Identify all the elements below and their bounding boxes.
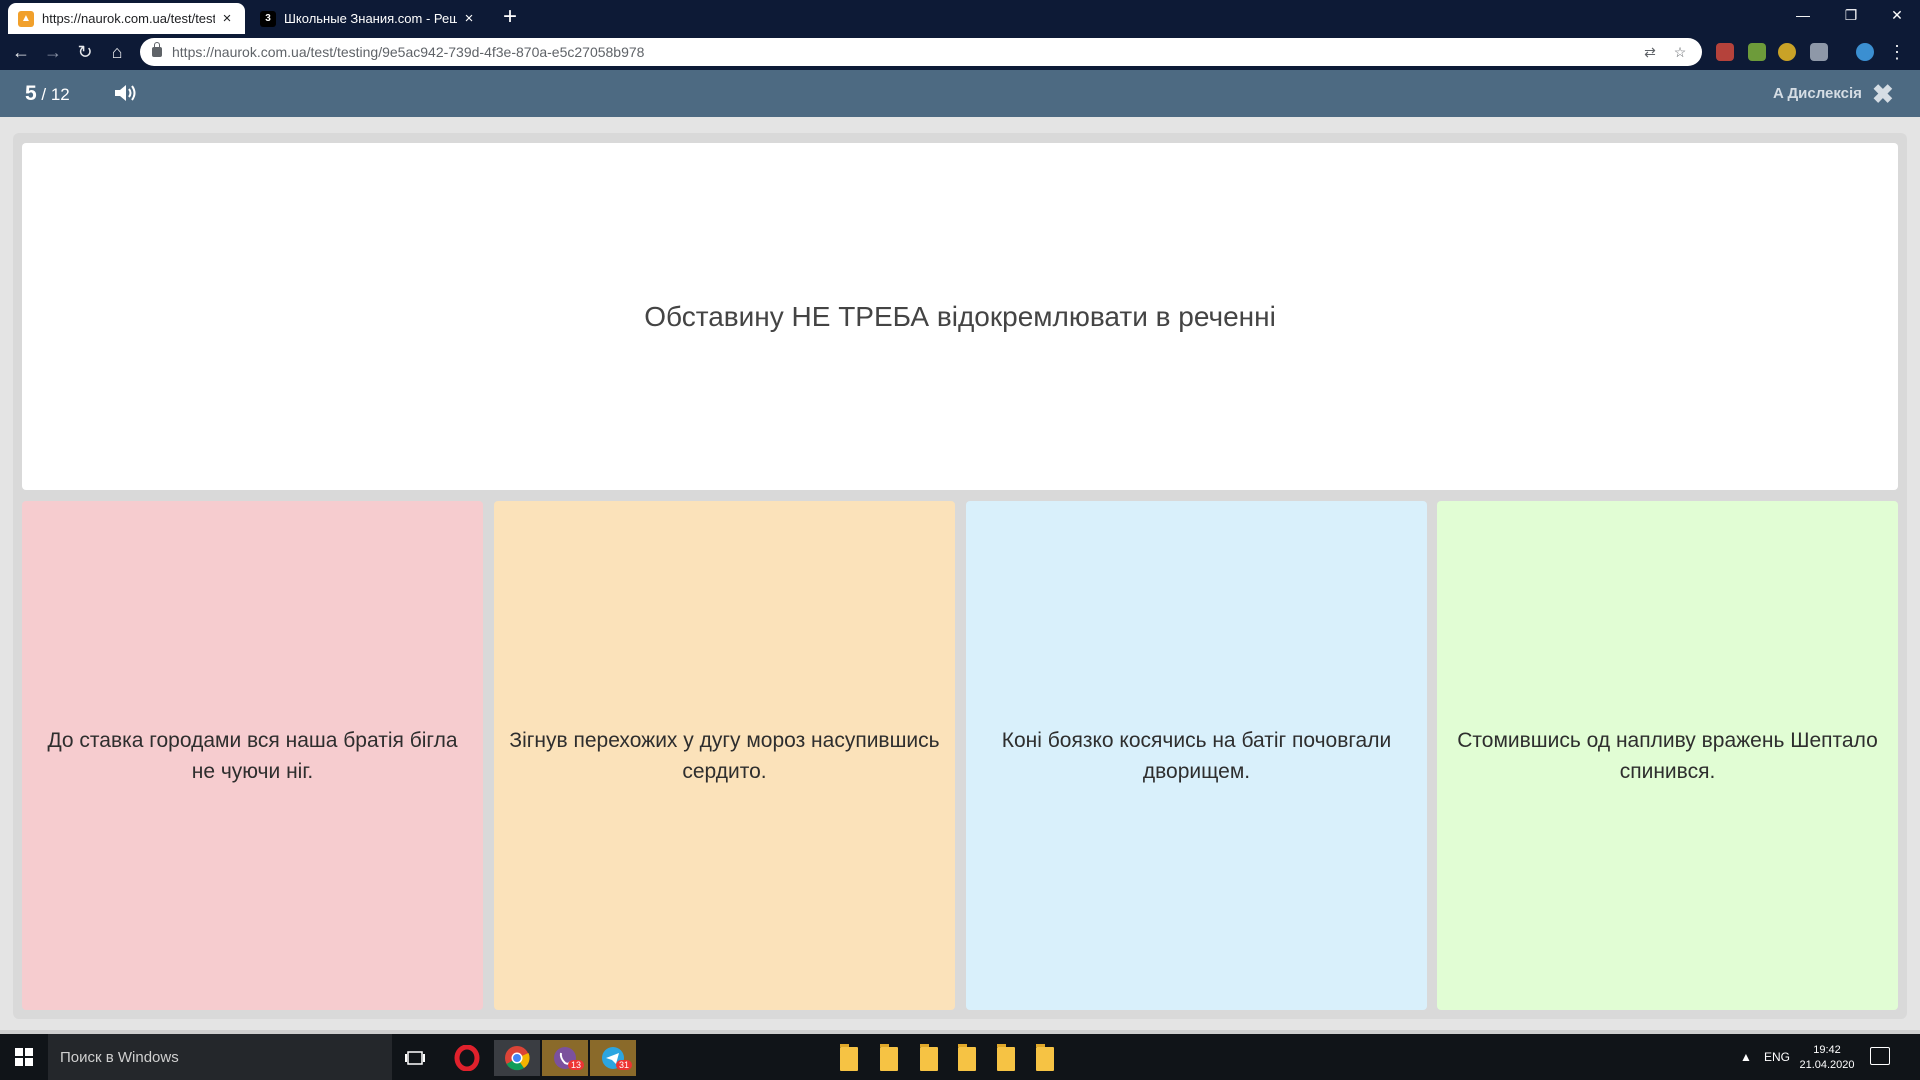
naurok-favicon-icon: ▲: [18, 10, 34, 27]
opera-icon[interactable]: [444, 1040, 490, 1076]
answer-option-4[interactable]: Стомившись од напливу вражень Шептало сп…: [1437, 501, 1898, 1010]
start-button[interactable]: [0, 1034, 48, 1080]
extension-icon[interactable]: [1778, 43, 1796, 61]
znania-favicon-icon: 3: [260, 10, 276, 27]
menu-kebab-icon[interactable]: ⋮: [1884, 39, 1910, 65]
profile-avatar[interactable]: [1856, 43, 1874, 61]
question-card: Обставину НЕ ТРЕБА відокремлювати в рече…: [22, 143, 1898, 490]
address-bar[interactable]: https://naurok.com.ua/test/testing/9e5ac…: [140, 38, 1702, 66]
folder-icon[interactable]: [997, 1044, 1015, 1071]
home-icon[interactable]: ⌂: [104, 39, 130, 65]
reload-icon[interactable]: ↻: [72, 39, 98, 65]
extension-icon[interactable]: [1748, 43, 1766, 61]
translate-icon[interactable]: ⇄: [1640, 44, 1660, 61]
dyslexia-toggle[interactable]: A Дислексія: [1773, 85, 1862, 102]
folder-icon[interactable]: [958, 1044, 976, 1071]
answer-option-2[interactable]: Зігнув перехожих у дугу мороз насупившис…: [494, 501, 955, 1010]
windows-taskbar: Поиск в Windows 13 31 ▲ ENG 19:42 21.04.…: [0, 1034, 1920, 1080]
lock-icon: [152, 42, 162, 57]
tab-title: Школьные Знания.com - Решае: [284, 11, 457, 26]
minimize-icon[interactable]: —: [1780, 0, 1826, 30]
restore-icon[interactable]: ❐: [1828, 0, 1874, 30]
tab-naurok[interactable]: ▲ https://naurok.com.ua/test/testin ×: [8, 3, 245, 34]
viber-badge: 13: [568, 1060, 585, 1070]
chrome-icon[interactable]: [494, 1040, 540, 1076]
notification-center-icon[interactable]: [1870, 1047, 1890, 1065]
browser-toolbar: ← → ↻ ⌂ https://naurok.com.ua/test/testi…: [0, 34, 1920, 70]
clock-time: 19:42: [1813, 1044, 1841, 1056]
browser-tab-strip: ▲ https://naurok.com.ua/test/testin × 3 …: [0, 0, 1920, 34]
answer-option-1[interactable]: До ставка городами вся наша братія бігла…: [22, 501, 483, 1010]
folder-icon[interactable]: [880, 1044, 898, 1071]
window-close-icon[interactable]: ✕: [1874, 0, 1920, 30]
telegram-icon[interactable]: 31: [590, 1040, 636, 1076]
answer-text: Стомившись од напливу вражень Шептало сп…: [1457, 728, 1878, 783]
close-test-icon[interactable]: ✖: [1872, 79, 1894, 110]
viber-icon[interactable]: 13: [542, 1040, 588, 1076]
url-text: https://naurok.com.ua/test/testing/9e5ac…: [172, 44, 645, 60]
clock-date: 21.04.2020: [1799, 1059, 1855, 1071]
answer-text: До ставка городами вся наша братія бігла…: [47, 728, 458, 783]
tab-znania[interactable]: 3 Школьные Знания.com - Решае ×: [250, 3, 487, 34]
test-header: 5 / 12 A Дислексія ✖: [0, 70, 1920, 117]
total-questions: / 12: [36, 85, 70, 104]
new-tab-button[interactable]: +: [498, 4, 522, 30]
telegram-badge: 31: [616, 1060, 633, 1070]
forward-icon[interactable]: →: [40, 39, 66, 65]
answer-option-3[interactable]: Коні боязко косячись на батіг почовгали …: [966, 501, 1427, 1010]
back-icon[interactable]: ←: [8, 39, 34, 65]
folder-icon[interactable]: [1036, 1044, 1054, 1071]
question-text: Обставину НЕ ТРЕБА відокремлювати в рече…: [644, 300, 1276, 332]
speaker-icon[interactable]: [113, 82, 139, 104]
answer-text: Коні боязко косячись на батіг почовгали …: [1001, 728, 1392, 783]
windows-logo-icon: [15, 1048, 33, 1066]
folder-icon[interactable]: [840, 1044, 858, 1071]
close-tab-icon[interactable]: ×: [219, 10, 235, 27]
folder-icon[interactable]: [920, 1044, 938, 1071]
current-question-number: 5: [25, 82, 37, 105]
close-tab-icon[interactable]: ×: [461, 10, 477, 27]
tray-overflow-icon[interactable]: ▲: [1740, 1034, 1752, 1080]
tab-title: https://naurok.com.ua/test/testin: [42, 11, 215, 26]
windows-search-box[interactable]: Поиск в Windows: [48, 1034, 392, 1080]
task-view-icon[interactable]: [392, 1040, 438, 1076]
clock[interactable]: 19:42 21.04.2020: [1792, 1043, 1862, 1073]
extension-icon[interactable]: [1716, 43, 1734, 61]
shield-icon[interactable]: [1810, 43, 1828, 61]
question-counter: 5 / 12: [25, 82, 70, 106]
bookmark-star-icon[interactable]: ☆: [1670, 44, 1690, 61]
answer-text: Зігнув перехожих у дугу мороз насупившис…: [509, 728, 940, 783]
language-indicator[interactable]: ENG: [1764, 1034, 1790, 1080]
